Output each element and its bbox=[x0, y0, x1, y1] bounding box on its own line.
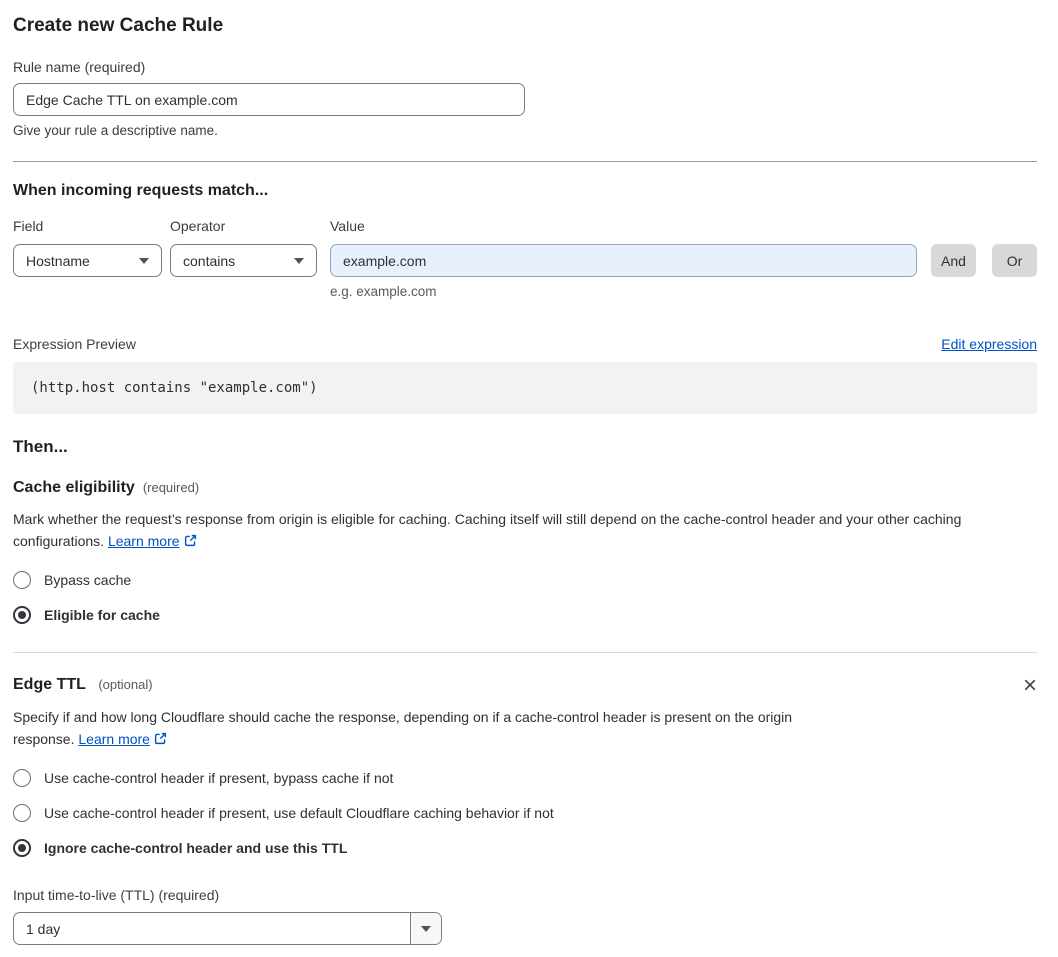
external-link-icon bbox=[184, 534, 196, 546]
section-divider bbox=[13, 652, 1037, 653]
expression-code: (http.host contains "example.com") bbox=[31, 380, 318, 396]
edge-ttl-title-group: Edge TTL (optional) bbox=[13, 675, 153, 694]
caret-down-icon bbox=[421, 925, 431, 932]
edit-expression-link[interactable]: Edit expression bbox=[941, 336, 1037, 352]
close-icon[interactable]: × bbox=[1023, 674, 1037, 698]
then-heading: Then... bbox=[13, 437, 68, 456]
edge-ttl-header: Edge TTL (optional) × bbox=[13, 674, 1037, 698]
value-input[interactable] bbox=[330, 244, 917, 277]
value-label: Value bbox=[330, 218, 365, 234]
caret-down-icon bbox=[139, 257, 149, 264]
ttl-select[interactable]: 1 day bbox=[13, 912, 442, 945]
radio-unselected-icon[interactable] bbox=[13, 769, 31, 787]
value-column: Value e.g. example.com bbox=[330, 218, 917, 300]
field-column: Field Hostname bbox=[13, 218, 162, 277]
radio-label: Eligible for cache bbox=[44, 607, 160, 623]
rule-name-label: Rule name (required) bbox=[13, 59, 146, 75]
and-button[interactable]: And bbox=[931, 244, 976, 277]
match-expression-row: Field Hostname Operator contains Value e… bbox=[13, 218, 1037, 300]
match-heading: When incoming requests match... bbox=[13, 182, 269, 199]
or-button[interactable]: Or bbox=[992, 244, 1037, 277]
operator-select[interactable]: contains bbox=[170, 244, 317, 277]
ttl-select-value: 1 day bbox=[26, 920, 61, 937]
radio-label: Bypass cache bbox=[44, 572, 132, 588]
radio-selected-icon[interactable] bbox=[13, 839, 31, 857]
operator-label: Operator bbox=[170, 218, 226, 234]
radio-option-ignore-header-use-ttl[interactable]: Ignore cache-control header and use this… bbox=[13, 839, 1037, 857]
radio-option-use-header-bypass[interactable]: Use cache-control header if present, byp… bbox=[13, 769, 1037, 787]
ttl-input-label: Input time-to-live (TTL) (required) bbox=[13, 887, 220, 903]
cache-eligibility-qualifier: (required) bbox=[142, 480, 200, 495]
value-helper: e.g. example.com bbox=[330, 284, 437, 299]
cache-eligibility-learn-more-link[interactable]: Learn more bbox=[108, 533, 180, 549]
field-select-value: Hostname bbox=[26, 252, 90, 269]
expression-preview-box: (http.host contains "example.com") bbox=[13, 362, 1037, 414]
connector-buttons: And Or bbox=[917, 218, 1037, 277]
section-divider bbox=[13, 161, 1037, 162]
cache-eligibility-description: Mark whether the request’s response from… bbox=[13, 509, 1037, 552]
radio-option-bypass-cache[interactable]: Bypass cache bbox=[13, 571, 1037, 589]
cache-eligibility-header: Cache eligibility (required) bbox=[13, 478, 1037, 497]
caret-down-icon bbox=[294, 257, 304, 264]
rule-name-helper: Give your rule a descriptive name. bbox=[13, 123, 218, 138]
expression-preview-header: Expression Preview Edit expression bbox=[13, 336, 1037, 352]
radio-option-eligible-for-cache[interactable]: Eligible for cache bbox=[13, 606, 1037, 624]
radio-selected-icon[interactable] bbox=[13, 606, 31, 624]
cache-eligibility-title: Cache eligibility bbox=[13, 479, 135, 496]
operator-column: Operator contains bbox=[170, 218, 317, 277]
operator-select-value: contains bbox=[183, 252, 236, 269]
create-cache-rule-page: Create new Cache Rule Rule name (require… bbox=[0, 0, 1058, 957]
radio-unselected-icon[interactable] bbox=[13, 804, 31, 822]
expression-preview-label: Expression Preview bbox=[13, 336, 136, 352]
radio-unselected-icon[interactable] bbox=[13, 571, 31, 589]
radio-label: Ignore cache-control header and use this… bbox=[44, 840, 348, 856]
field-label: Field bbox=[13, 218, 44, 234]
radio-option-use-header-default[interactable]: Use cache-control header if present, use… bbox=[13, 804, 1037, 822]
rule-name-input[interactable] bbox=[13, 83, 525, 116]
radio-label: Use cache-control header if present, use… bbox=[44, 805, 554, 821]
external-link-icon bbox=[154, 732, 167, 744]
edge-ttl-title: Edge TTL bbox=[13, 676, 86, 693]
edge-ttl-description: Specify if and how long Cloudflare shoul… bbox=[13, 707, 851, 750]
radio-label: Use cache-control header if present, byp… bbox=[44, 770, 394, 786]
edge-ttl-qualifier: (optional) bbox=[98, 677, 153, 692]
field-select[interactable]: Hostname bbox=[13, 244, 162, 277]
edge-ttl-learn-more-link[interactable]: Learn more bbox=[78, 731, 150, 747]
ttl-select-arrow-button[interactable] bbox=[410, 913, 441, 944]
page-title: Create new Cache Rule bbox=[13, 15, 224, 36]
